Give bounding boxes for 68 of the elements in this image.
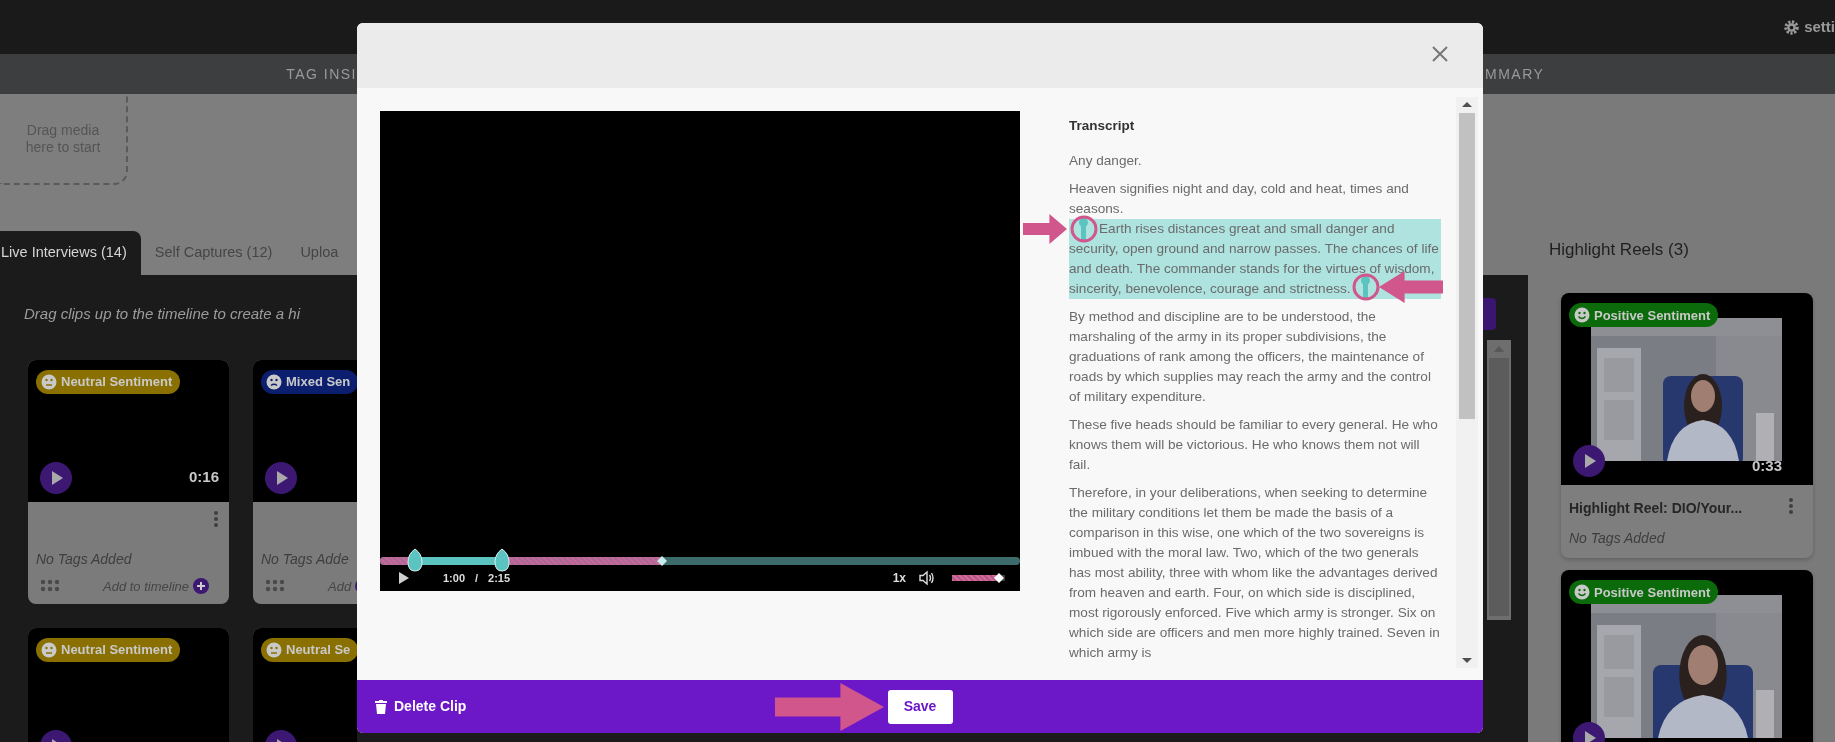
duration-label: 0:16 xyxy=(188,466,219,487)
play-button[interactable] xyxy=(265,462,297,494)
badge-label: Positive Sentiment xyxy=(1594,306,1711,325)
plus-icon[interactable] xyxy=(193,578,209,595)
tags-label: No Tags Added xyxy=(36,550,132,569)
badge-label: Neutral Sentiment xyxy=(61,641,173,660)
timeline-track[interactable] xyxy=(380,557,1020,565)
transcript-text: Any danger. xyxy=(1069,152,1143,171)
close-icon xyxy=(1430,44,1450,64)
duration-label: 0:33 xyxy=(1751,455,1782,476)
delete-clip-button[interactable]: Delete Clip xyxy=(375,696,467,717)
clip-card[interactable]: Neutral Se xyxy=(253,628,357,742)
more-options-button[interactable] xyxy=(213,510,219,528)
section-title: Highlight Reels (3) xyxy=(1549,240,1690,261)
circle-annotation xyxy=(1070,215,1098,244)
badge-label: Positive Sentiment xyxy=(1594,583,1711,602)
neutral-face-icon xyxy=(41,374,57,390)
smiley-face-icon xyxy=(1574,307,1590,324)
trim-handle[interactable] xyxy=(493,548,510,572)
transcript-title: Transcript xyxy=(1069,118,1136,135)
source-tab[interactable]: Uploa xyxy=(286,231,353,275)
drag-handle-icon[interactable] xyxy=(40,579,60,592)
neutral-face-icon xyxy=(41,642,57,658)
volume-icon[interactable] xyxy=(919,570,935,586)
more-options-button[interactable] xyxy=(1788,497,1794,516)
transcript-text: Earth rises distances great and small danger and security, open ground and narrow passes. The chances of life and death. The commander stands for the virtues of wisdom, sincerity, benevolence, courage and strictness. xyxy=(1069,219,1441,300)
tags-label: No Tags Adde xyxy=(261,550,349,569)
source-tab[interactable]: Live Interviews (14) xyxy=(0,231,141,275)
speed-button[interactable]: 1x xyxy=(892,569,906,587)
source-tab[interactable]: Self Captures (12) xyxy=(140,231,287,275)
scrollbar[interactable] xyxy=(1456,97,1478,668)
trash-icon xyxy=(375,699,387,714)
badge-label: Neutral Sentiment xyxy=(61,373,173,392)
smiley-face-icon xyxy=(1574,584,1590,601)
transcript-text: These five heads should be familiar to every general. He who knows them will be victorious. He who knows them not will fail. xyxy=(1069,416,1439,475)
transcript-text: Heaven signifies night and day, cold and heat, times and seasons. xyxy=(1069,180,1410,219)
badge-label: Mixed Sen xyxy=(286,373,351,392)
volume-thumb[interactable] xyxy=(992,572,1005,584)
tags-label: No Tags Added xyxy=(1569,529,1665,549)
frown-face-icon xyxy=(266,374,282,390)
play-button[interactable] xyxy=(1573,445,1605,478)
drag-handle-icon[interactable] xyxy=(265,579,285,592)
trim-handle[interactable] xyxy=(407,548,424,572)
video-player[interactable]: 1:00 / 2:15 1x xyxy=(380,111,1020,591)
hint-text: Drag clips up to the timeline to create a hi xyxy=(23,304,302,324)
playhead[interactable] xyxy=(655,555,668,567)
circle-annotation xyxy=(1351,273,1380,302)
transcript-text: By method and discipline are to be understood, the marshaling of the army in its proper subdivisions, the graduations of rank among the officers, the maintenance of roads by which supplies may reach the army and the control of military expenditure. xyxy=(1069,308,1432,407)
nav-tab[interactable]: MMARY xyxy=(1485,63,1545,85)
close-button[interactable] xyxy=(1430,44,1450,64)
transcript-text: Therefore, in your deliberations, when seeking to determine the military conditions let them be made the basis of a comparison in this wise, one which of the two sovereigns is imbued with the moral law. Two, which of the two generals has most ability, three with whom like the advantages derived from heaven and earth. Four, on which side is disciplined, most rigorously enforced. Five which army is stronger. Six on which side are officers and men more highly trained. Seven in which army is xyxy=(1069,484,1441,663)
nav-tab[interactable]: TAG INSI xyxy=(0,63,357,85)
highlight-reel-card[interactable]: Positive Sentiment xyxy=(1561,570,1813,742)
play-icon[interactable] xyxy=(398,571,410,585)
arrow-annotation xyxy=(1023,214,1067,245)
time-separator: / xyxy=(475,570,479,586)
neutral-face-icon xyxy=(266,642,282,658)
play-button[interactable] xyxy=(40,462,72,494)
total-time: 2:15 xyxy=(488,570,511,586)
settings-link[interactable]: setti xyxy=(1804,15,1835,39)
save-button[interactable]: Save xyxy=(887,689,953,724)
clip-card[interactable]: Neutral Sentiment xyxy=(28,628,229,742)
highlight-reel-card[interactable]: Positive Sentiment 0:33 Highlight Reel: DIO/Your... No Tags Added xyxy=(1561,293,1813,559)
current-time: 1:00 xyxy=(443,570,466,586)
reel-title: Highlight Reel: DIO/Your... xyxy=(1569,499,1743,519)
trim-handle[interactable] xyxy=(1360,276,1370,299)
badge-label: Neutral Se xyxy=(286,641,351,660)
settings-icon[interactable] xyxy=(1784,19,1800,35)
